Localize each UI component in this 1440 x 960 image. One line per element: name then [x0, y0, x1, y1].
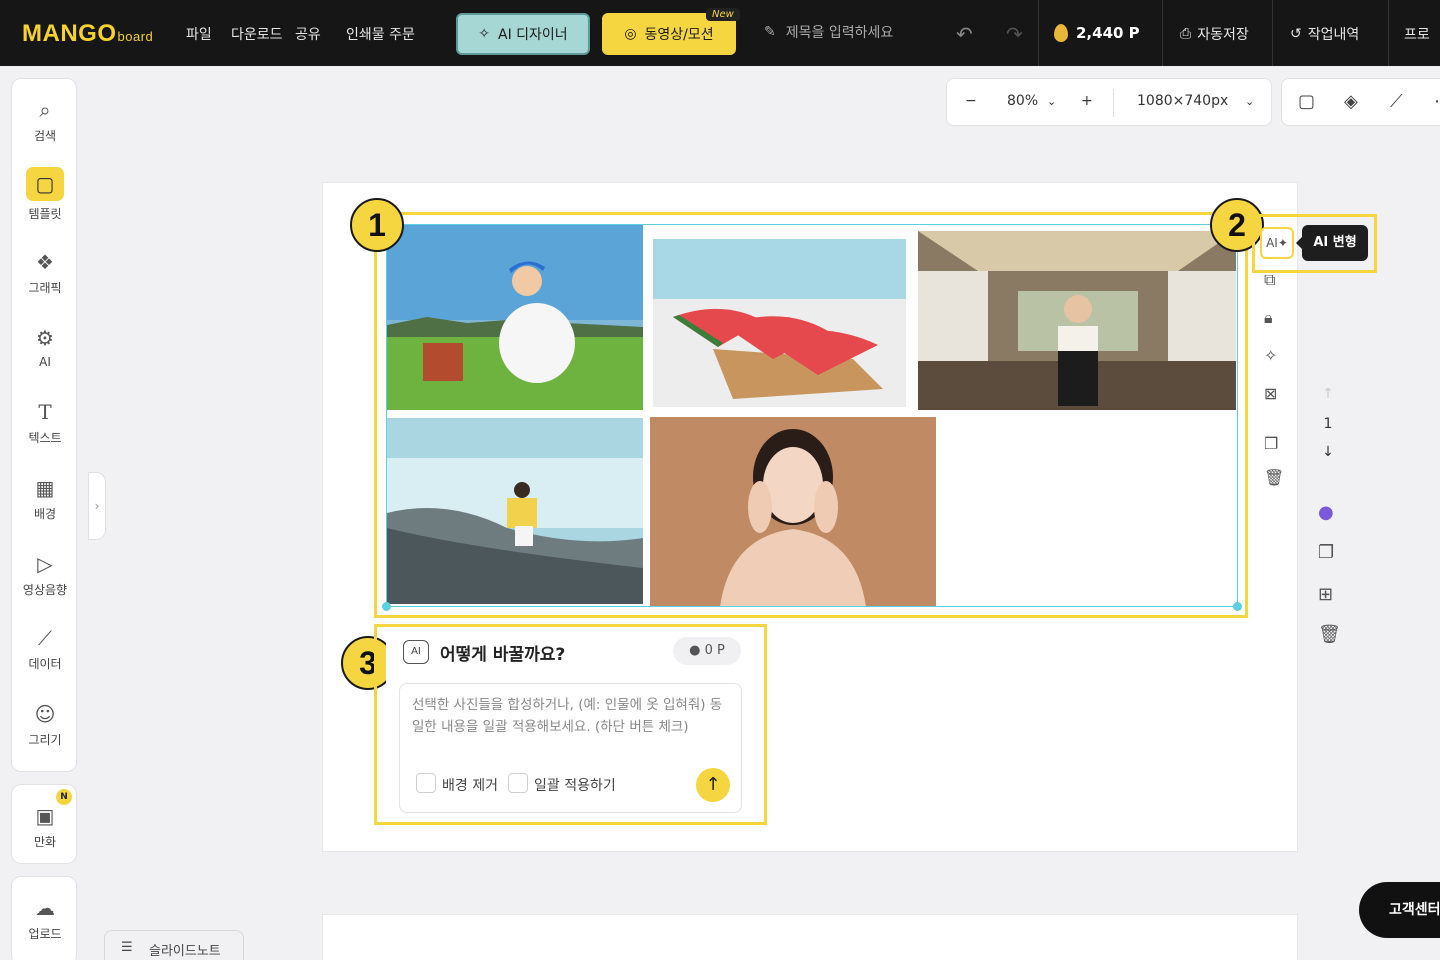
view-tools-bar: ▢ ◈ ⟋ ⋯ — [1281, 78, 1440, 126]
page-number: 1 — [1323, 416, 1333, 432]
replace-image-icon[interactable]: ⊠ — [1264, 384, 1277, 403]
delete-icon[interactable]: 🗑︎ — [1264, 468, 1284, 487]
sidebar-item-template[interactable]: ▢ 템플릿 — [12, 167, 78, 222]
note-icon: ☰ — [121, 940, 133, 955]
sidebar-item-graphic[interactable]: ❖ 그래픽 — [12, 249, 78, 296]
left-sidebar: ⌕ 검색 ▢ 템플릿 ❖ 그래픽 ⚙ AI T 텍스트 ▦ 배경 ▷ 영상음향 ⟋ 데이터 ☺ 그… — [11, 78, 77, 772]
sticker-icon[interactable]: ▢ — [1298, 91, 1315, 112]
video-icon: ▷ — [37, 552, 53, 576]
sidebar-item-draw[interactable]: ☺ 그리기 — [12, 701, 78, 748]
autosave-button[interactable]: ⎙ 자동저장 — [1180, 24, 1249, 44]
sidebar-item-ai[interactable]: ⚙ AI — [12, 325, 78, 369]
sidebar-item-comic[interactable]: ▣ 만화 — [12, 803, 78, 850]
history-icon: ↺ — [1290, 26, 1302, 42]
motion-icon: ◎ — [624, 26, 637, 42]
cost-badge: ● 0 P — [673, 637, 741, 665]
magic-wand-icon: ✧ — [478, 26, 491, 42]
save-icon: ⎙ — [1180, 26, 1192, 42]
ruler-icon[interactable]: ⟋ — [1390, 91, 1403, 112]
draw-icon: ☺ — [34, 702, 56, 726]
sidebar-item-background[interactable]: ▦ 배경 — [12, 475, 78, 522]
ai-transform-tooltip: AI 변형 — [1296, 225, 1368, 261]
sidebar-collapse-toggle[interactable]: › — [88, 472, 106, 540]
drop-icon: ● — [689, 643, 701, 658]
sidebar-item-media[interactable]: ▷ 영상음향 — [12, 551, 78, 598]
next-design-page[interactable] — [322, 914, 1298, 960]
slide-note-tab[interactable]: ☰ 슬라이드노트 — [104, 930, 244, 960]
chevron-down-icon[interactable]: ⌄ — [1047, 95, 1056, 108]
size-chevron-down-icon[interactable]: ⌄ — [1245, 95, 1254, 108]
title-input[interactable]: ✎ 제목을 입력하세요 — [764, 22, 893, 42]
ai-chip-icon: ⚙ — [36, 326, 54, 350]
arrow-up-icon: ↑ — [705, 774, 721, 795]
zoom-level[interactable]: 80% — [1007, 93, 1038, 109]
color-palette-icon[interactable]: ● — [1318, 502, 1334, 523]
graphic-icon: ❖ — [36, 250, 54, 274]
points-balance[interactable]: 2,440 P — [1054, 24, 1140, 42]
menu-share[interactable]: 공유 — [295, 24, 321, 44]
sidebar-upload-group: ☁ 업로드 — [11, 876, 77, 960]
background-icon: ▦ — [35, 476, 55, 500]
undo-icon[interactable]: ↶ — [956, 22, 973, 46]
sidebar-item-upload[interactable]: ☁ 업로드 — [12, 895, 78, 942]
upload-icon: ☁ — [35, 896, 55, 920]
ai-sparkle-icon: AI — [403, 640, 429, 664]
customer-center-button[interactable]: 고객센터 — [1359, 882, 1440, 938]
template-icon: ▢ — [26, 167, 64, 201]
drop-icon — [1054, 24, 1068, 42]
copy-icon[interactable]: ❐ — [1264, 434, 1278, 453]
menu-file[interactable]: 파일 — [186, 24, 212, 44]
duplicate-icon[interactable]: ⧉ — [1264, 270, 1275, 290]
duplicate-page-icon[interactable]: ❐ — [1318, 542, 1334, 563]
menu-print-order[interactable]: 인쇄물 주문 — [346, 24, 415, 44]
page-down-icon[interactable]: ↓ — [1314, 444, 1342, 460]
sidebar-item-text[interactable]: T 텍스트 — [12, 399, 78, 446]
resize-handle-bottom-left[interactable] — [382, 602, 391, 611]
sidebar-item-search[interactable]: ⌕ 검색 — [12, 97, 78, 144]
chart-icon: ⟋ — [38, 626, 52, 650]
panel-title: 어떻게 바꿀까요? — [440, 645, 566, 665]
more-icon[interactable]: ⋯ — [1434, 91, 1440, 112]
prompt-placeholder: 선택한 사진들을 합성하거나, (예: 인물에 옷 입혀줘) 동일한 내용을 일… — [412, 697, 723, 735]
page-navigator: ↑ 1 ↓ — [1314, 386, 1342, 460]
add-page-icon[interactable]: ⊞ — [1318, 584, 1333, 605]
logo[interactable]: MANGOboard — [22, 20, 153, 48]
zoom-in-button[interactable]: + — [1081, 93, 1093, 109]
layers-icon[interactable]: ◈ — [1344, 91, 1358, 112]
magic-icon[interactable]: ✧ — [1264, 346, 1277, 365]
batch-apply-checkbox[interactable] — [508, 773, 528, 793]
sidebar-comic-group: ▣ 만화 N — [11, 784, 77, 864]
comic-icon: ▣ — [35, 804, 55, 828]
search-icon: ⌕ — [39, 98, 51, 122]
zoom-toolbar: − 80% ⌄ + 1080×740px ⌄ — [946, 78, 1272, 126]
ai-transform-button[interactable]: AI✦ — [1260, 227, 1294, 259]
menu-download[interactable]: 다운로드 — [231, 24, 283, 44]
zoom-out-button[interactable]: − — [965, 93, 977, 109]
redo-icon[interactable]: ↷ — [1006, 22, 1023, 46]
selection-frame[interactable] — [386, 224, 1238, 607]
resize-handle-bottom-right[interactable] — [1233, 602, 1242, 611]
top-bar: MANGOboard 파일 다운로드 공유 인쇄물 주문 ✧ AI 디자이너 ◎… — [0, 0, 1440, 66]
remove-bg-checkbox[interactable] — [416, 773, 436, 793]
text-icon: T — [38, 400, 52, 424]
send-button[interactable]: ↑ — [696, 768, 730, 802]
batch-apply-label: 일괄 적용하기 — [534, 778, 616, 794]
remove-bg-label: 배경 제거 — [442, 778, 498, 794]
sidebar-item-data[interactable]: ⟋ 데이터 — [12, 625, 78, 672]
new-badge: New — [706, 8, 740, 21]
page-up-icon[interactable]: ↑ — [1314, 386, 1342, 402]
lock-icon[interactable]: 🔒︎ — [1264, 308, 1273, 328]
history-button[interactable]: ↺ 작업내역 — [1290, 24, 1359, 44]
comic-new-badge: N — [56, 789, 72, 805]
delete-page-icon[interactable]: 🗑︎ — [1318, 624, 1341, 645]
ai-designer-button[interactable]: ✧ AI 디자이너 — [456, 13, 590, 55]
profile-button[interactable]: 프로 — [1404, 24, 1430, 44]
canvas-size[interactable]: 1080×740px — [1137, 93, 1228, 109]
edit-icon: ✎ — [764, 24, 776, 40]
step-badge-1: 1 — [350, 198, 404, 252]
